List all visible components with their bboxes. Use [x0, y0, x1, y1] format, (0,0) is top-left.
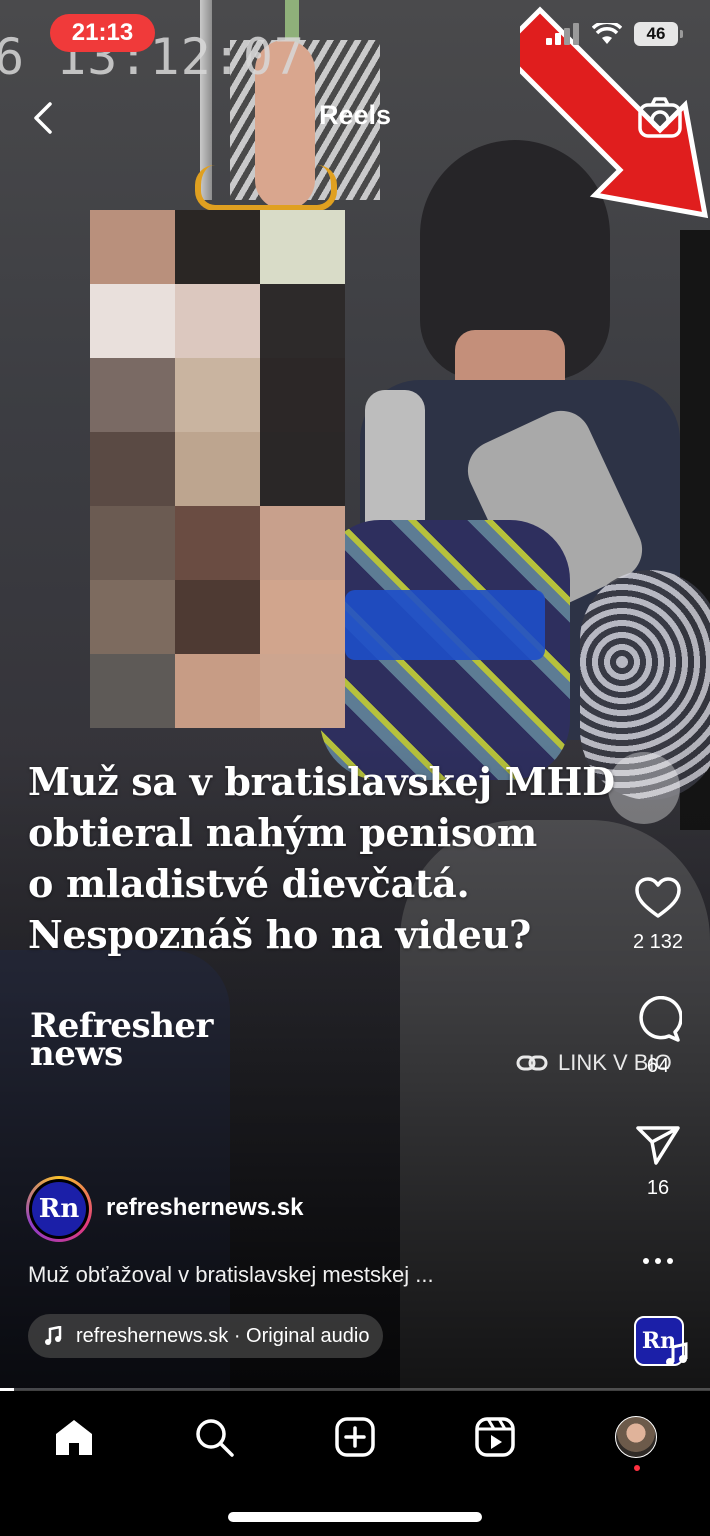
playback-progress[interactable] [0, 1388, 710, 1391]
playback-progress-fill [0, 1388, 15, 1391]
share-button[interactable]: 16 [618, 1124, 698, 1200]
headline-line: o mladistvé dievčatá. [28, 861, 470, 906]
wifi-icon [592, 23, 622, 44]
pixelated-censor-area [90, 210, 345, 730]
tab-profile[interactable] [606, 1412, 666, 1462]
video-headline: Muž sa v bratislavskej MHD obtieral nahý… [28, 756, 688, 960]
audio-attribution[interactable]: refreshernews.sk · Original audio [28, 1314, 384, 1358]
share-count: 16 [646, 1177, 670, 1199]
comment-button[interactable]: 64 [618, 995, 698, 1078]
headline-line: Nespoznáš ho na videu? [28, 912, 531, 957]
back-chevron-icon[interactable] [26, 98, 66, 138]
camera-icon[interactable] [636, 94, 684, 142]
more-options-icon[interactable] [638, 1246, 678, 1276]
video-bg [345, 590, 545, 660]
headline-line: Muž sa v bratislavskej MHD [28, 759, 615, 804]
profile-avatar [615, 1416, 657, 1458]
plus-square-icon [335, 1417, 375, 1457]
reels-screen: 6 13:12:07 Muž sa v bratislavskej MHD ob… [0, 0, 710, 1536]
post-caption[interactable]: Muž obťažoval v bratislavskej mestskej .… [28, 1262, 434, 1288]
comment-bubble-icon [639, 995, 683, 1042]
tab-search[interactable] [184, 1412, 244, 1462]
music-note-icon [45, 1326, 62, 1345]
comment-count: 64 [646, 1055, 670, 1077]
home-icon [56, 1420, 92, 1455]
reels-icon [475, 1417, 515, 1457]
tab-create[interactable] [325, 1412, 385, 1462]
notification-dot [634, 1465, 640, 1471]
page-title-text: Reels [318, 100, 392, 130]
tab-reels[interactable] [465, 1412, 525, 1462]
like-button[interactable]: 2 132 [618, 876, 698, 954]
avatar-logo: Rn [32, 1182, 86, 1236]
battery-indicator: 46 [634, 22, 683, 46]
search-icon [196, 1419, 234, 1457]
paper-plane-icon [636, 1126, 680, 1165]
status-time: 21:13 [50, 14, 155, 52]
refresher-news-logo: Refresher news [30, 1009, 213, 1071]
link-icon [516, 1055, 548, 1071]
tab-home[interactable] [44, 1412, 104, 1462]
music-note-icon [666, 1342, 688, 1366]
home-indicator[interactable] [228, 1512, 482, 1522]
like-count: 2 132 [632, 931, 684, 953]
author-avatar[interactable]: Rn [26, 1176, 92, 1242]
reel-video[interactable]: 6 13:12:07 Muž sa v bratislavskej MHD ob… [0, 0, 710, 1390]
author-username[interactable]: refreshernews.sk [106, 1194, 303, 1222]
heart-icon [635, 877, 681, 918]
status-icons: 46 [546, 22, 683, 46]
headline-line: obtieral nahým penisom [28, 810, 537, 855]
cellular-signal-icon [546, 23, 579, 45]
audio-label: refreshernews.sk · Original audio [76, 1324, 370, 1347]
video-bg [195, 165, 337, 211]
avatar-border: Rn [29, 1179, 89, 1239]
